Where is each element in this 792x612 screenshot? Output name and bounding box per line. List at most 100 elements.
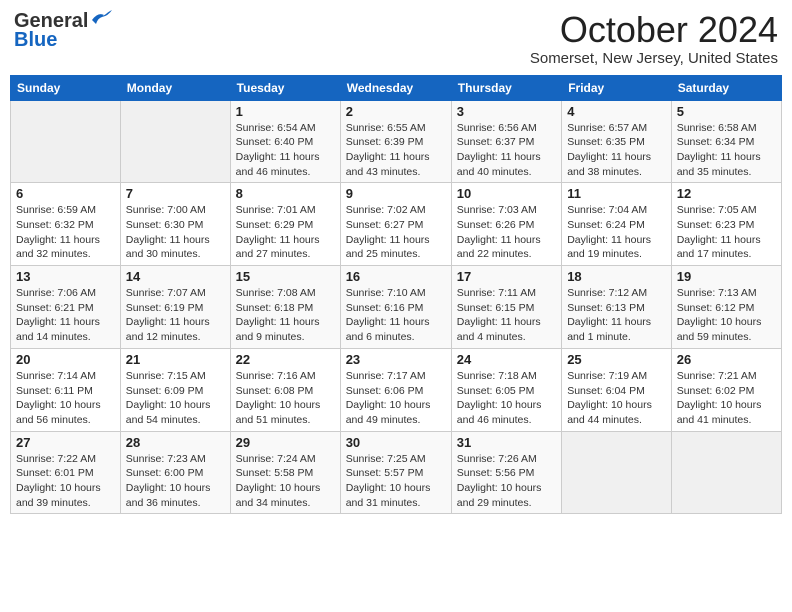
day-number: 19 xyxy=(677,269,776,284)
day-number: 17 xyxy=(457,269,556,284)
day-number: 27 xyxy=(16,435,115,450)
calendar-cell: 21 Sunrise: 7:15 AMSunset: 6:09 PMDayligh… xyxy=(120,348,230,431)
day-info: Sunrise: 6:56 AMSunset: 6:37 PMDaylight:… xyxy=(457,121,556,180)
day-number: 25 xyxy=(567,352,666,367)
weekday-header-saturday: Saturday xyxy=(671,75,781,100)
calendar-cell: 1 Sunrise: 6:54 AMSunset: 6:40 PMDaylight… xyxy=(230,100,340,183)
day-info: Sunrise: 7:08 AMSunset: 6:18 PMDaylight:… xyxy=(236,286,335,345)
week-row-4: 20Sunrise: 7:14 AMSunset: 6:11 PMDayligh… xyxy=(11,348,782,431)
calendar-cell: 4Sunrise: 6:57 AMSunset: 6:35 PMDaylight… xyxy=(562,100,672,183)
week-row-1: 1 Sunrise: 6:54 AMSunset: 6:40 PMDaylight… xyxy=(11,100,782,183)
day-number: 29 xyxy=(236,435,335,450)
calendar-cell: 6 Sunrise: 6:59 AMSunset: 6:32 PMDaylight… xyxy=(11,183,121,266)
calendar-cell: 2Sunrise: 6:55 AMSunset: 6:39 PMDaylight… xyxy=(340,100,451,183)
day-number: 12 xyxy=(677,186,776,201)
title-block: October 2024 Somerset, New Jersey, Unite… xyxy=(530,10,778,67)
day-info: Sunrise: 7:00 AMSunset: 6:30 PMDaylight:… xyxy=(126,203,225,262)
day-info: Sunrise: 7:11 AMSunset: 6:15 PMDaylight:… xyxy=(457,286,556,345)
calendar-cell xyxy=(671,431,781,514)
day-number: 3 xyxy=(457,104,556,119)
day-number: 23 xyxy=(346,352,446,367)
weekday-header-sunday: Sunday xyxy=(11,75,121,100)
day-number: 7 xyxy=(126,186,225,201)
calendar-cell: 26Sunrise: 7:21 AMSunset: 6:02 PMDayligh… xyxy=(671,348,781,431)
day-info: Sunrise: 7:23 AMSunset: 6:00 PMDaylight:… xyxy=(126,452,225,511)
weekday-header-monday: Monday xyxy=(120,75,230,100)
calendar-cell: 18 Sunrise: 7:12 AMSunset: 6:13 PMDayligh… xyxy=(562,266,672,349)
calendar-cell: 30 Sunrise: 7:25 AMSunset: 5:57 PMDayligh… xyxy=(340,431,451,514)
day-number: 2 xyxy=(346,104,446,119)
day-number: 13 xyxy=(16,269,115,284)
logo-bird-icon xyxy=(90,10,112,26)
day-info: Sunrise: 7:04 AMSunset: 6:24 PMDaylight:… xyxy=(567,203,666,262)
calendar-table: SundayMondayTuesdayWednesdayThursdayFrid… xyxy=(10,75,782,515)
day-info: Sunrise: 7:24 AMSunset: 5:58 PMDaylight:… xyxy=(236,452,335,511)
day-info: Sunrise: 7:02 AMSunset: 6:27 PMDaylight:… xyxy=(346,203,446,262)
day-number: 28 xyxy=(126,435,225,450)
day-number: 22 xyxy=(236,352,335,367)
day-number: 18 xyxy=(567,269,666,284)
weekday-header-thursday: Thursday xyxy=(451,75,561,100)
weekday-header-wednesday: Wednesday xyxy=(340,75,451,100)
day-number: 15 xyxy=(236,269,335,284)
day-number: 30 xyxy=(346,435,446,450)
page-header: General Blue October 2024 Somerset, New … xyxy=(10,10,782,67)
calendar-cell: 13 Sunrise: 7:06 AMSunset: 6:21 PMDayligh… xyxy=(11,266,121,349)
calendar-cell: 27 Sunrise: 7:22 AMSunset: 6:01 PMDayligh… xyxy=(11,431,121,514)
calendar-cell xyxy=(120,100,230,183)
day-info: Sunrise: 7:12 AMSunset: 6:13 PMDaylight:… xyxy=(567,286,666,345)
day-info: Sunrise: 7:05 AMSunset: 6:23 PMDaylight:… xyxy=(677,203,776,262)
calendar-cell: 11 Sunrise: 7:04 AMSunset: 6:24 PMDayligh… xyxy=(562,183,672,266)
day-number: 6 xyxy=(16,186,115,201)
day-info: Sunrise: 7:06 AMSunset: 6:21 PMDaylight:… xyxy=(16,286,115,345)
calendar-cell: 22Sunrise: 7:16 AMSunset: 6:08 PMDayligh… xyxy=(230,348,340,431)
location-title: Somerset, New Jersey, United States xyxy=(530,50,778,67)
day-number: 10 xyxy=(457,186,556,201)
week-row-5: 27 Sunrise: 7:22 AMSunset: 6:01 PMDayligh… xyxy=(11,431,782,514)
calendar-cell: 8Sunrise: 7:01 AMSunset: 6:29 PMDaylight… xyxy=(230,183,340,266)
calendar-cell: 15 Sunrise: 7:08 AMSunset: 6:18 PMDayligh… xyxy=(230,266,340,349)
day-info: Sunrise: 7:18 AMSunset: 6:05 PMDaylight:… xyxy=(457,369,556,428)
calendar-cell: 29 Sunrise: 7:24 AMSunset: 5:58 PMDayligh… xyxy=(230,431,340,514)
day-number: 1 xyxy=(236,104,335,119)
calendar-cell xyxy=(562,431,672,514)
logo: General Blue xyxy=(14,10,112,52)
calendar-cell: 24 Sunrise: 7:18 AMSunset: 6:05 PMDayligh… xyxy=(451,348,561,431)
day-number: 11 xyxy=(567,186,666,201)
day-info: Sunrise: 7:21 AMSunset: 6:02 PMDaylight:… xyxy=(677,369,776,428)
day-info: Sunrise: 6:54 AMSunset: 6:40 PMDaylight:… xyxy=(236,121,335,180)
month-title: October 2024 xyxy=(530,10,778,50)
day-number: 20 xyxy=(16,352,115,367)
calendar-cell: 14Sunrise: 7:07 AMSunset: 6:19 PMDayligh… xyxy=(120,266,230,349)
day-number: 14 xyxy=(126,269,225,284)
calendar-cell: 31 Sunrise: 7:26 AMSunset: 5:56 PMDayligh… xyxy=(451,431,561,514)
calendar-cell: 19 Sunrise: 7:13 AMSunset: 6:12 PMDayligh… xyxy=(671,266,781,349)
day-info: Sunrise: 6:58 AMSunset: 6:34 PMDaylight:… xyxy=(677,121,776,180)
calendar-cell: 20Sunrise: 7:14 AMSunset: 6:11 PMDayligh… xyxy=(11,348,121,431)
day-info: Sunrise: 7:15 AMSunset: 6:09 PMDaylight:… xyxy=(126,369,225,428)
day-number: 16 xyxy=(346,269,446,284)
calendar-cell: 9Sunrise: 7:02 AMSunset: 6:27 PMDaylight… xyxy=(340,183,451,266)
day-info: Sunrise: 7:13 AMSunset: 6:12 PMDaylight:… xyxy=(677,286,776,345)
day-info: Sunrise: 7:10 AMSunset: 6:16 PMDaylight:… xyxy=(346,286,446,345)
calendar-cell: 17 Sunrise: 7:11 AMSunset: 6:15 PMDayligh… xyxy=(451,266,561,349)
calendar-cell: 3 Sunrise: 6:56 AMSunset: 6:37 PMDaylight… xyxy=(451,100,561,183)
day-info: Sunrise: 7:25 AMSunset: 5:57 PMDaylight:… xyxy=(346,452,446,511)
calendar-cell: 10 Sunrise: 7:03 AMSunset: 6:26 PMDayligh… xyxy=(451,183,561,266)
calendar-cell: 7 Sunrise: 7:00 AMSunset: 6:30 PMDaylight… xyxy=(120,183,230,266)
weekday-header-friday: Friday xyxy=(562,75,672,100)
day-number: 4 xyxy=(567,104,666,119)
calendar-cell: 16 Sunrise: 7:10 AMSunset: 6:16 PMDayligh… xyxy=(340,266,451,349)
day-number: 24 xyxy=(457,352,556,367)
day-info: Sunrise: 7:03 AMSunset: 6:26 PMDaylight:… xyxy=(457,203,556,262)
weekday-header-tuesday: Tuesday xyxy=(230,75,340,100)
week-row-2: 6 Sunrise: 6:59 AMSunset: 6:32 PMDaylight… xyxy=(11,183,782,266)
day-info: Sunrise: 6:59 AMSunset: 6:32 PMDaylight:… xyxy=(16,203,115,262)
day-info: Sunrise: 7:01 AMSunset: 6:29 PMDaylight:… xyxy=(236,203,335,262)
day-info: Sunrise: 7:19 AMSunset: 6:04 PMDaylight:… xyxy=(567,369,666,428)
day-number: 21 xyxy=(126,352,225,367)
day-number: 31 xyxy=(457,435,556,450)
day-info: Sunrise: 7:26 AMSunset: 5:56 PMDaylight:… xyxy=(457,452,556,511)
day-info: Sunrise: 7:22 AMSunset: 6:01 PMDaylight:… xyxy=(16,452,115,511)
calendar-cell: 23Sunrise: 7:17 AMSunset: 6:06 PMDayligh… xyxy=(340,348,451,431)
